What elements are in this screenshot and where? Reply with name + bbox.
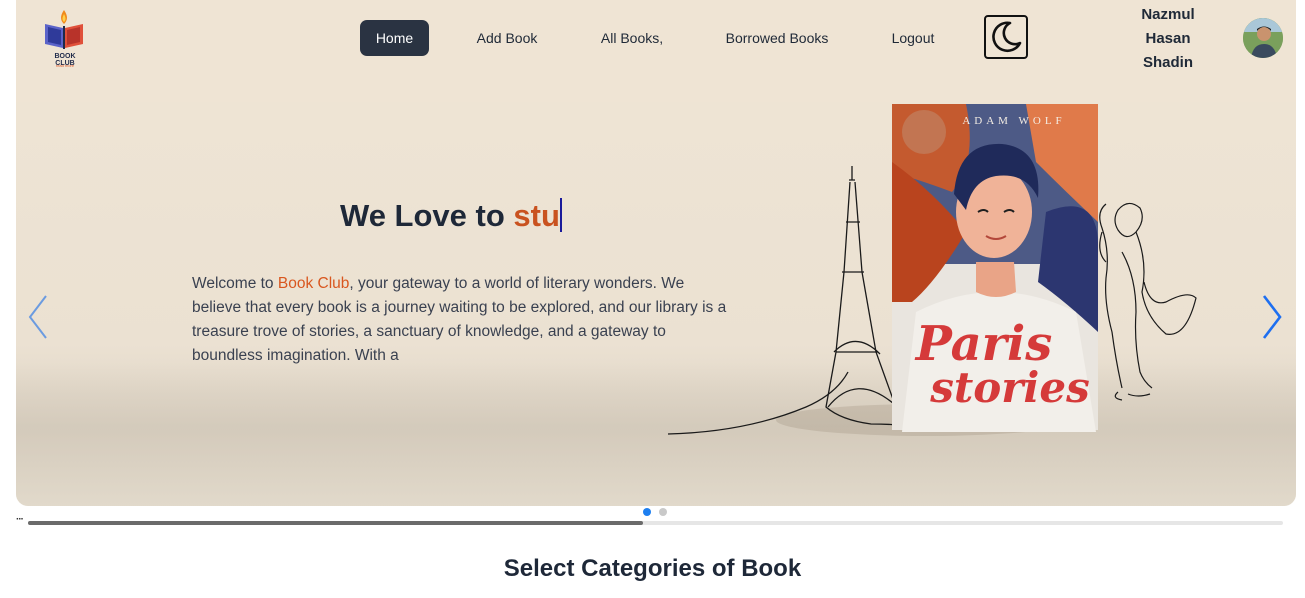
hero-carousel: We Love to stu Welcome to Book Club, you… (16, 102, 1296, 506)
typing-cursor (559, 198, 562, 232)
nav-all-books-link[interactable]: All Books, (594, 20, 670, 56)
user-avatar[interactable] (1243, 18, 1283, 58)
headline-static-text: We Love to (340, 198, 514, 233)
chevron-left-icon (28, 295, 47, 339)
carousel-progress-track (28, 521, 1283, 525)
nav-borrowed-books-link[interactable]: Borrowed Books (718, 20, 836, 56)
moon-icon (992, 21, 1022, 53)
paris-stories-book-illustration: ADAM WOLF Paris stories (667, 104, 1197, 436)
nav-add-book-link[interactable]: Add Book (470, 20, 544, 56)
logo-subtext: read more (55, 63, 75, 68)
avatar-photo-icon (1243, 18, 1283, 58)
carousel-next-button[interactable] (1256, 292, 1286, 342)
carousel-dot-1[interactable] (643, 508, 651, 516)
user-name: Nazmul Hasan Shadin (1141, 6, 1195, 71)
carousel-progress-fill (28, 521, 643, 525)
chevron-right-icon (1262, 295, 1282, 339)
carousel-dot-2[interactable] (659, 508, 667, 516)
carousel-prev-button[interactable] (24, 292, 54, 342)
section-title: Select Categories of Book (503, 555, 802, 582)
nav-logout-link[interactable]: Logout (884, 20, 942, 56)
paragraph-prefix: Welcome to (192, 275, 278, 292)
book-author-text: ADAM WOLF (962, 115, 1065, 127)
theme-toggle-button[interactable] (984, 15, 1028, 59)
hero-paragraph: Welcome to Book Club, your gateway to a … (192, 272, 732, 368)
book-club-logo[interactable]: BOOK CLUB read more (42, 8, 86, 68)
hero-headline: We Love to stu (340, 198, 562, 234)
book-title-line2: stories (929, 363, 1090, 412)
headline-typed-text: stu (513, 198, 560, 233)
paragraph-brand: Book Club (277, 275, 350, 292)
book-logo-icon (45, 10, 83, 49)
more-indicator: ··· (16, 514, 24, 525)
nav-home-link[interactable]: Home (360, 20, 429, 56)
